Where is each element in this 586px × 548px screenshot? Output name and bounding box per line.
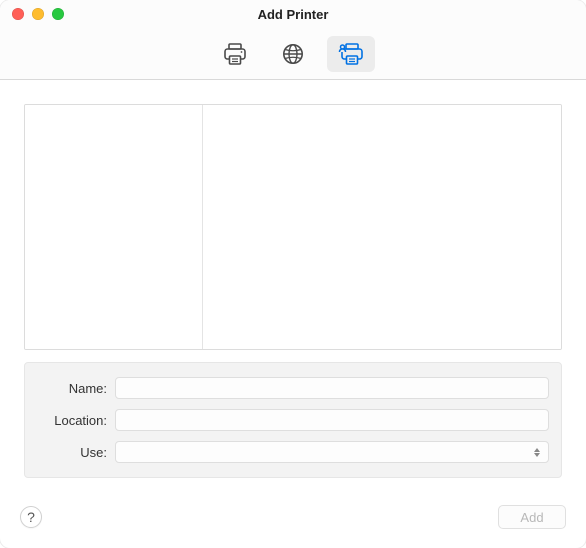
location-row: Location: [37,409,549,431]
titlebar: Add Printer [0,0,586,28]
tab-ip[interactable] [269,36,317,72]
stepper-arrows-icon [532,445,542,459]
name-input[interactable] [115,377,549,399]
close-button[interactable] [12,8,24,20]
add-button-label: Add [520,510,543,525]
form-panel: Name: Location: Use: [24,362,562,478]
traffic-lights [0,8,64,20]
window-title: Add Printer [0,7,586,22]
use-select[interactable] [115,441,549,463]
help-icon: ? [27,509,35,525]
globe-icon [281,42,305,66]
tab-windows[interactable] [327,36,375,72]
location-label: Location: [37,413,115,428]
name-row: Name: [37,377,549,399]
content-area: Name: Location: Use: [0,80,586,494]
footer: ? Add [0,494,586,548]
printer-list[interactable] [203,105,561,349]
add-button[interactable]: Add [498,505,566,529]
toolbar [0,28,586,80]
printer-icon [222,42,248,66]
workgroup-list[interactable] [25,105,203,349]
tab-default[interactable] [211,36,259,72]
minimize-button[interactable] [32,8,44,20]
use-row: Use: [37,441,549,463]
location-input[interactable] [115,409,549,431]
help-button[interactable]: ? [20,506,42,528]
add-printer-window: Add Printer [0,0,586,548]
shared-printer-icon [338,42,365,66]
name-label: Name: [37,381,115,396]
zoom-button[interactable] [52,8,64,20]
use-label: Use: [37,445,115,460]
browser-panel [24,104,562,350]
